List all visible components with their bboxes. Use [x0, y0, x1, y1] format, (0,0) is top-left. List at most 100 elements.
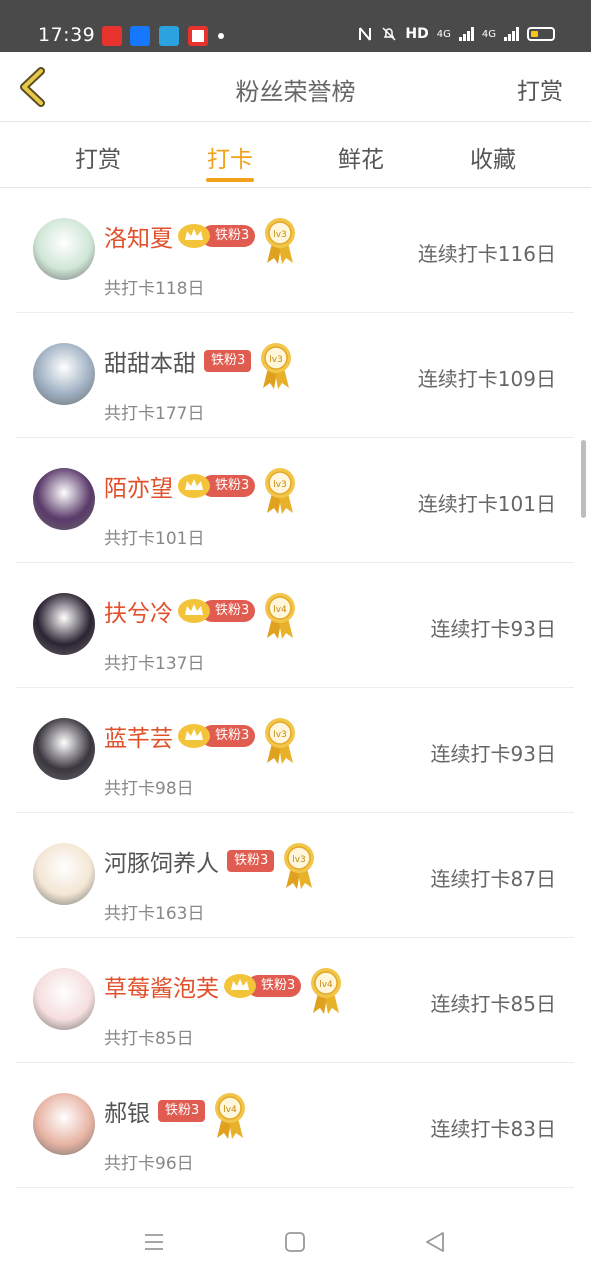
fan-level-badge: 铁粉3 — [227, 850, 275, 872]
ranking-row[interactable]: 郝银 铁粉3 lv4 共打卡96日 连续打卡83日 — [16, 1063, 574, 1188]
user-name[interactable]: 甜甜本甜 — [104, 344, 196, 378]
user-name[interactable]: 陌亦望 — [104, 469, 173, 503]
streak-checkin-days: 连续打卡93日 — [430, 742, 556, 766]
alipay-app-icon — [130, 26, 150, 46]
ranking-row[interactable]: 甜甜本甜 铁粉3 lv3 共打卡177日 连续打卡109日 — [16, 313, 574, 438]
avatar[interactable] — [33, 593, 95, 655]
network-label-2: 4G — [481, 28, 496, 40]
status-time: 17:39 — [38, 24, 96, 46]
svg-text:lv4: lv4 — [320, 980, 334, 990]
level-medal-icon: lv3 — [263, 717, 297, 765]
ranking-row[interactable]: 洛知夏 铁粉3 lv3 共打卡118日 连续打卡116日 — [16, 188, 574, 313]
tab-checkin[interactable]: 打卡 — [190, 140, 270, 174]
avatar[interactable] — [33, 843, 95, 905]
ranking-row[interactable]: 陌亦望 铁粉3 lv3 共打卡101日 连续打卡101日 — [16, 438, 574, 563]
svg-text:lv3: lv3 — [270, 355, 284, 365]
avatar[interactable] — [33, 968, 95, 1030]
streak-checkin-days: 连续打卡83日 — [430, 1117, 556, 1141]
ranking-list: 洛知夏 铁粉3 lv3 共打卡118日 连续打卡116日 甜甜本甜 铁粉3 lv3 共打卡1… — [16, 188, 574, 1188]
tab-bar: 打赏 打卡 鲜花 收藏 — [0, 122, 591, 188]
news-app-icon — [102, 26, 122, 46]
svg-text:lv3: lv3 — [274, 230, 288, 240]
signal-icon-2 — [504, 27, 519, 41]
total-checkin-days: 共打卡163日 — [104, 904, 205, 924]
crown-icon — [177, 723, 211, 749]
streak-checkin-days: 连续打卡109日 — [417, 367, 556, 391]
fan-level-badge: 铁粉3 — [204, 350, 252, 372]
total-checkin-days: 共打卡85日 — [104, 1029, 194, 1049]
ranking-row[interactable]: 扶兮冷 铁粉3 lv4 共打卡137日 连续打卡93日 — [16, 563, 574, 688]
user-name[interactable]: 洛知夏 — [104, 219, 173, 253]
name-line: 河豚饲养人 铁粉3 lv3 — [104, 843, 316, 889]
hd-label: HD — [405, 26, 429, 42]
level-medal-icon: lv4 — [263, 592, 297, 640]
user-name[interactable]: 草莓酱泡芙 — [104, 969, 219, 1003]
svg-text:lv4: lv4 — [274, 605, 288, 615]
ranking-row[interactable]: 蓝芊芸 铁粉3 lv3 共打卡98日 连续打卡93日 — [16, 688, 574, 813]
name-line: 扶兮冷 铁粉3 lv4 — [104, 593, 297, 639]
name-line: 草莓酱泡芙 铁粉3 lv4 — [104, 968, 343, 1014]
crown-icon — [177, 598, 211, 624]
total-checkin-days: 共打卡96日 — [104, 1154, 194, 1174]
battery-icon — [527, 27, 555, 41]
total-checkin-days: 共打卡101日 — [104, 529, 205, 549]
streak-checkin-days: 连续打卡85日 — [430, 992, 556, 1016]
level-medal-icon: lv3 — [282, 842, 316, 890]
streak-checkin-days: 连续打卡101日 — [417, 492, 556, 516]
crown-icon — [177, 473, 211, 499]
tab-flowers[interactable]: 鲜花 — [321, 140, 401, 174]
level-medal-icon: lv3 — [263, 467, 297, 515]
ranking-row[interactable]: 河豚饲养人 铁粉3 lv3 共打卡163日 连续打卡87日 — [16, 813, 574, 938]
avatar[interactable] — [33, 718, 95, 780]
level-medal-icon: lv4 — [309, 967, 343, 1015]
crown-icon — [223, 973, 257, 999]
level-medal-icon: lv3 — [263, 217, 297, 265]
svg-text:lv4: lv4 — [224, 1105, 238, 1115]
active-tab-indicator — [206, 178, 254, 182]
header: 粉丝荣誉榜 打赏 — [0, 52, 591, 122]
name-line: 洛知夏 铁粉3 lv3 — [104, 218, 297, 264]
avatar[interactable] — [33, 468, 95, 530]
notification-dot-icon — [218, 33, 224, 39]
name-line: 陌亦望 铁粉3 lv3 — [104, 468, 297, 514]
nfc-icon — [359, 27, 372, 41]
svg-text:lv3: lv3 — [293, 855, 307, 865]
avatar[interactable] — [33, 343, 95, 405]
svg-text:lv3: lv3 — [274, 480, 288, 490]
avatar[interactable] — [33, 1093, 95, 1155]
name-line: 郝银 铁粉3 lv4 — [104, 1093, 247, 1139]
total-checkin-days: 共打卡137日 — [104, 654, 205, 674]
telegram-app-icon — [159, 26, 179, 46]
mute-icon — [382, 27, 396, 41]
name-line: 甜甜本甜 铁粉3 lv3 — [104, 343, 293, 389]
status-bar: 17:39 HD 4G 4G — [0, 0, 591, 52]
reward-button[interactable]: 打赏 — [517, 72, 563, 106]
page-title: 粉丝荣誉榜 — [235, 78, 356, 106]
menu-icon[interactable] — [142, 1230, 166, 1254]
streak-checkin-days: 连续打卡87日 — [430, 867, 556, 891]
total-checkin-days: 共打卡98日 — [104, 779, 194, 799]
system-nav-bar — [0, 1206, 591, 1280]
total-checkin-days: 共打卡177日 — [104, 404, 205, 424]
home-icon[interactable] — [283, 1230, 307, 1254]
name-line: 蓝芊芸 铁粉3 lv3 — [104, 718, 297, 764]
ranking-row[interactable]: 草莓酱泡芙 铁粉3 lv4 共打卡85日 连续打卡85日 — [16, 938, 574, 1063]
streak-checkin-days: 连续打卡93日 — [430, 617, 556, 641]
video-app-icon — [188, 26, 208, 46]
user-name[interactable]: 扶兮冷 — [104, 594, 173, 628]
back-triangle-icon[interactable] — [423, 1230, 447, 1254]
user-name[interactable]: 郝银 — [104, 1094, 150, 1128]
scrollbar[interactable] — [581, 440, 586, 518]
level-medal-icon: lv3 — [259, 342, 293, 390]
signal-icon — [458, 27, 474, 41]
network-label-1: 4G — [436, 28, 451, 40]
total-checkin-days: 共打卡118日 — [104, 279, 205, 299]
tab-reward[interactable]: 打赏 — [58, 140, 138, 174]
tab-favorites[interactable]: 收藏 — [453, 140, 533, 174]
streak-checkin-days: 连续打卡116日 — [417, 242, 556, 266]
user-name[interactable]: 河豚饲养人 — [104, 844, 219, 878]
user-name[interactable]: 蓝芊芸 — [104, 719, 173, 753]
svg-text:lv3: lv3 — [274, 730, 288, 740]
crown-icon — [177, 223, 211, 249]
avatar[interactable] — [33, 218, 95, 280]
